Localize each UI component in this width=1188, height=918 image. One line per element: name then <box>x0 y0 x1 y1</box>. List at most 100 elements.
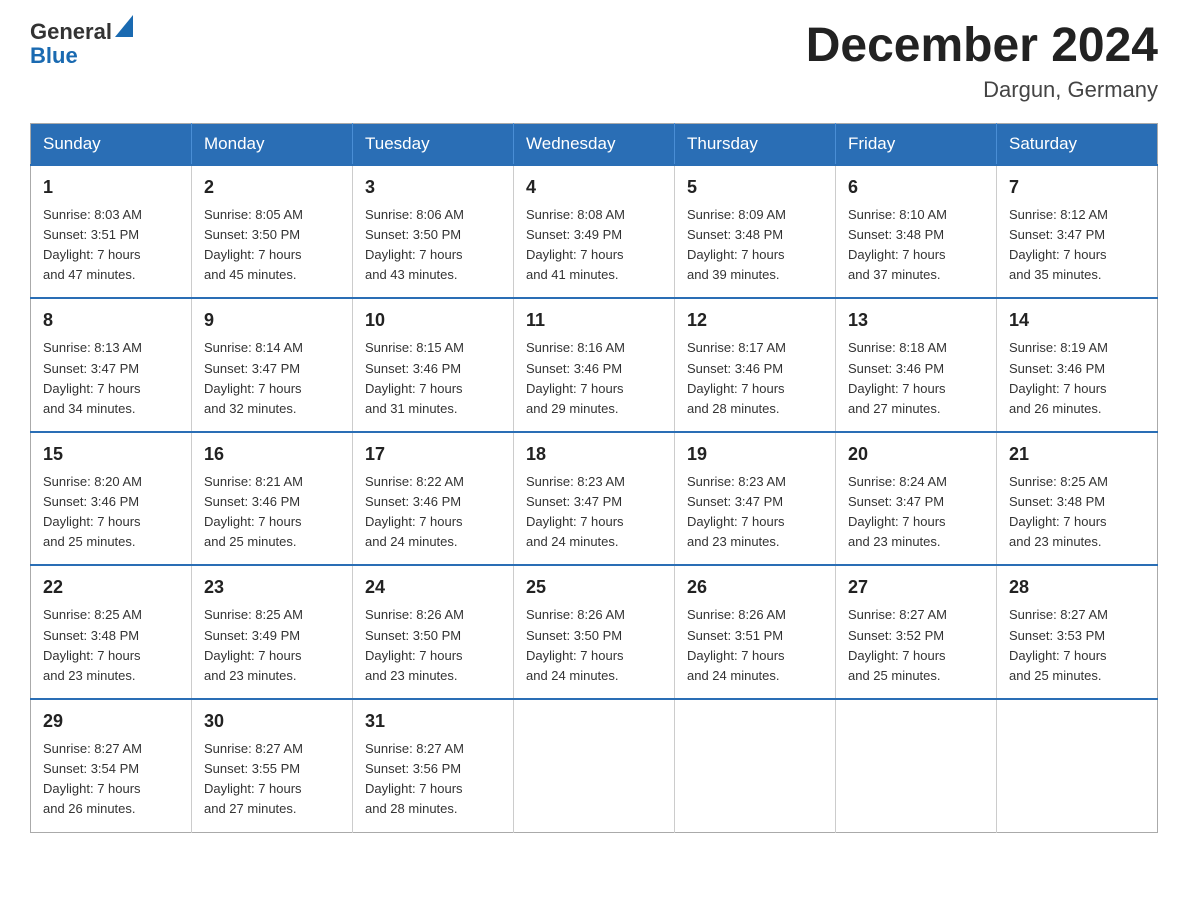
calendar-week-row: 1Sunrise: 8:03 AM Sunset: 3:51 PM Daylig… <box>31 165 1158 299</box>
day-number: 30 <box>204 708 340 735</box>
day-number: 15 <box>43 441 179 468</box>
calendar-cell: 8 Sunrise: 8:13 AM Sunset: 3:47 PM Daylig… <box>31 298 192 432</box>
day-info: Sunrise: 8:26 AM Sunset: 3:51 PM Dayligh… <box>687 605 823 686</box>
day-info: Sunrise: 8:18 AM Sunset: 3:46 PM Dayligh… <box>848 338 984 419</box>
calendar-cell: 26 Sunrise: 8:26 AM Sunset: 3:51 PM Dayli… <box>675 565 836 699</box>
day-info: Sunrise: 8:12 AM Sunset: 3:47 PM Dayligh… <box>1009 205 1145 286</box>
calendar-cell: 19Sunrise: 8:23 AM Sunset: 3:47 PM Dayli… <box>675 432 836 566</box>
day-info: Sunrise: 8:27 AM Sunset: 3:55 PM Dayligh… <box>204 739 340 820</box>
calendar-cell: 17Sunrise: 8:22 AM Sunset: 3:46 PM Dayli… <box>353 432 514 566</box>
day-info: Sunrise: 8:20 AM Sunset: 3:46 PM Dayligh… <box>43 472 179 553</box>
day-number: 2 <box>204 174 340 201</box>
page-header: General Blue December 2024 Dargun, Germa… <box>30 20 1158 103</box>
day-info: Sunrise: 8:10 AM Sunset: 3:48 PM Dayligh… <box>848 205 984 286</box>
day-number: 16 <box>204 441 340 468</box>
day-number: 23 <box>204 574 340 601</box>
calendar-cell: 24 Sunrise: 8:26 AM Sunset: 3:50 PM Dayli… <box>353 565 514 699</box>
calendar-cell: 25Sunrise: 8:26 AM Sunset: 3:50 PM Dayli… <box>514 565 675 699</box>
day-number: 20 <box>848 441 984 468</box>
calendar-cell: 12 Sunrise: 8:17 AM Sunset: 3:46 PM Dayli… <box>675 298 836 432</box>
weekday-header-saturday: Saturday <box>997 123 1158 165</box>
calendar-cell: 7 Sunrise: 8:12 AM Sunset: 3:47 PM Daylig… <box>997 165 1158 299</box>
day-info: Sunrise: 8:25 AM Sunset: 3:49 PM Dayligh… <box>204 605 340 686</box>
calendar-cell: 2 Sunrise: 8:05 AM Sunset: 3:50 PM Daylig… <box>192 165 353 299</box>
calendar-cell: 13Sunrise: 8:18 AM Sunset: 3:46 PM Dayli… <box>836 298 997 432</box>
day-info: Sunrise: 8:27 AM Sunset: 3:52 PM Dayligh… <box>848 605 984 686</box>
calendar-cell: 10 Sunrise: 8:15 AM Sunset: 3:46 PM Dayli… <box>353 298 514 432</box>
day-number: 24 <box>365 574 501 601</box>
day-info: Sunrise: 8:22 AM Sunset: 3:46 PM Dayligh… <box>365 472 501 553</box>
day-number: 7 <box>1009 174 1145 201</box>
day-info: Sunrise: 8:21 AM Sunset: 3:46 PM Dayligh… <box>204 472 340 553</box>
day-info: Sunrise: 8:19 AM Sunset: 3:46 PM Dayligh… <box>1009 338 1145 419</box>
day-number: 27 <box>848 574 984 601</box>
day-number: 14 <box>1009 307 1145 334</box>
day-info: Sunrise: 8:08 AM Sunset: 3:49 PM Dayligh… <box>526 205 662 286</box>
day-info: Sunrise: 8:09 AM Sunset: 3:48 PM Dayligh… <box>687 205 823 286</box>
calendar-cell: 14 Sunrise: 8:19 AM Sunset: 3:46 PM Dayli… <box>997 298 1158 432</box>
day-info: Sunrise: 8:16 AM Sunset: 3:46 PM Dayligh… <box>526 338 662 419</box>
day-info: Sunrise: 8:27 AM Sunset: 3:53 PM Dayligh… <box>1009 605 1145 686</box>
day-number: 5 <box>687 174 823 201</box>
day-number: 25 <box>526 574 662 601</box>
location-subtitle: Dargun, Germany <box>806 77 1158 103</box>
calendar-cell: 1Sunrise: 8:03 AM Sunset: 3:51 PM Daylig… <box>31 165 192 299</box>
day-info: Sunrise: 8:17 AM Sunset: 3:46 PM Dayligh… <box>687 338 823 419</box>
calendar-cell <box>997 699 1158 832</box>
calendar-cell: 29Sunrise: 8:27 AM Sunset: 3:54 PM Dayli… <box>31 699 192 832</box>
day-number: 12 <box>687 307 823 334</box>
day-info: Sunrise: 8:23 AM Sunset: 3:47 PM Dayligh… <box>526 472 662 553</box>
calendar-cell: 21 Sunrise: 8:25 AM Sunset: 3:48 PM Dayli… <box>997 432 1158 566</box>
day-info: Sunrise: 8:23 AM Sunset: 3:47 PM Dayligh… <box>687 472 823 553</box>
calendar-cell: 16 Sunrise: 8:21 AM Sunset: 3:46 PM Dayli… <box>192 432 353 566</box>
weekday-header-thursday: Thursday <box>675 123 836 165</box>
calendar-cell: 4 Sunrise: 8:08 AM Sunset: 3:49 PM Daylig… <box>514 165 675 299</box>
calendar-week-row: 15 Sunrise: 8:20 AM Sunset: 3:46 PM Dayli… <box>31 432 1158 566</box>
calendar-cell: 3 Sunrise: 8:06 AM Sunset: 3:50 PM Daylig… <box>353 165 514 299</box>
weekday-header-tuesday: Tuesday <box>353 123 514 165</box>
calendar-table: SundayMondayTuesdayWednesdayThursdayFrid… <box>30 123 1158 833</box>
weekday-header-sunday: Sunday <box>31 123 192 165</box>
calendar-cell: 28 Sunrise: 8:27 AM Sunset: 3:53 PM Dayli… <box>997 565 1158 699</box>
day-info: Sunrise: 8:27 AM Sunset: 3:56 PM Dayligh… <box>365 739 501 820</box>
weekday-header-friday: Friday <box>836 123 997 165</box>
calendar-cell: 30 Sunrise: 8:27 AM Sunset: 3:55 PM Dayli… <box>192 699 353 832</box>
calendar-week-row: 22 Sunrise: 8:25 AM Sunset: 3:48 PM Dayli… <box>31 565 1158 699</box>
logo-blue-text: Blue <box>30 44 133 68</box>
day-info: Sunrise: 8:26 AM Sunset: 3:50 PM Dayligh… <box>365 605 501 686</box>
calendar-cell: 23 Sunrise: 8:25 AM Sunset: 3:49 PM Dayli… <box>192 565 353 699</box>
day-info: Sunrise: 8:27 AM Sunset: 3:54 PM Dayligh… <box>43 739 179 820</box>
calendar-cell: 18Sunrise: 8:23 AM Sunset: 3:47 PM Dayli… <box>514 432 675 566</box>
day-number: 21 <box>1009 441 1145 468</box>
day-number: 8 <box>43 307 179 334</box>
calendar-cell: 9Sunrise: 8:14 AM Sunset: 3:47 PM Daylig… <box>192 298 353 432</box>
day-info: Sunrise: 8:15 AM Sunset: 3:46 PM Dayligh… <box>365 338 501 419</box>
calendar-cell: 20Sunrise: 8:24 AM Sunset: 3:47 PM Dayli… <box>836 432 997 566</box>
weekday-header-wednesday: Wednesday <box>514 123 675 165</box>
day-number: 3 <box>365 174 501 201</box>
calendar-cell <box>514 699 675 832</box>
day-number: 28 <box>1009 574 1145 601</box>
calendar-week-row: 8 Sunrise: 8:13 AM Sunset: 3:47 PM Daylig… <box>31 298 1158 432</box>
day-number: 31 <box>365 708 501 735</box>
calendar-cell: 15 Sunrise: 8:20 AM Sunset: 3:46 PM Dayli… <box>31 432 192 566</box>
day-info: Sunrise: 8:06 AM Sunset: 3:50 PM Dayligh… <box>365 205 501 286</box>
weekday-header-row: SundayMondayTuesdayWednesdayThursdayFrid… <box>31 123 1158 165</box>
day-number: 10 <box>365 307 501 334</box>
day-number: 4 <box>526 174 662 201</box>
day-number: 22 <box>43 574 179 601</box>
calendar-cell: 27 Sunrise: 8:27 AM Sunset: 3:52 PM Dayli… <box>836 565 997 699</box>
day-info: Sunrise: 8:25 AM Sunset: 3:48 PM Dayligh… <box>43 605 179 686</box>
day-info: Sunrise: 8:13 AM Sunset: 3:47 PM Dayligh… <box>43 338 179 419</box>
weekday-header-monday: Monday <box>192 123 353 165</box>
month-title: December 2024 <box>806 20 1158 73</box>
calendar-cell <box>836 699 997 832</box>
calendar-cell <box>675 699 836 832</box>
day-number: 26 <box>687 574 823 601</box>
day-info: Sunrise: 8:05 AM Sunset: 3:50 PM Dayligh… <box>204 205 340 286</box>
logo: General Blue <box>30 20 133 68</box>
day-info: Sunrise: 8:03 AM Sunset: 3:51 PM Dayligh… <box>43 205 179 286</box>
day-info: Sunrise: 8:25 AM Sunset: 3:48 PM Dayligh… <box>1009 472 1145 553</box>
day-number: 11 <box>526 307 662 334</box>
day-number: 6 <box>848 174 984 201</box>
